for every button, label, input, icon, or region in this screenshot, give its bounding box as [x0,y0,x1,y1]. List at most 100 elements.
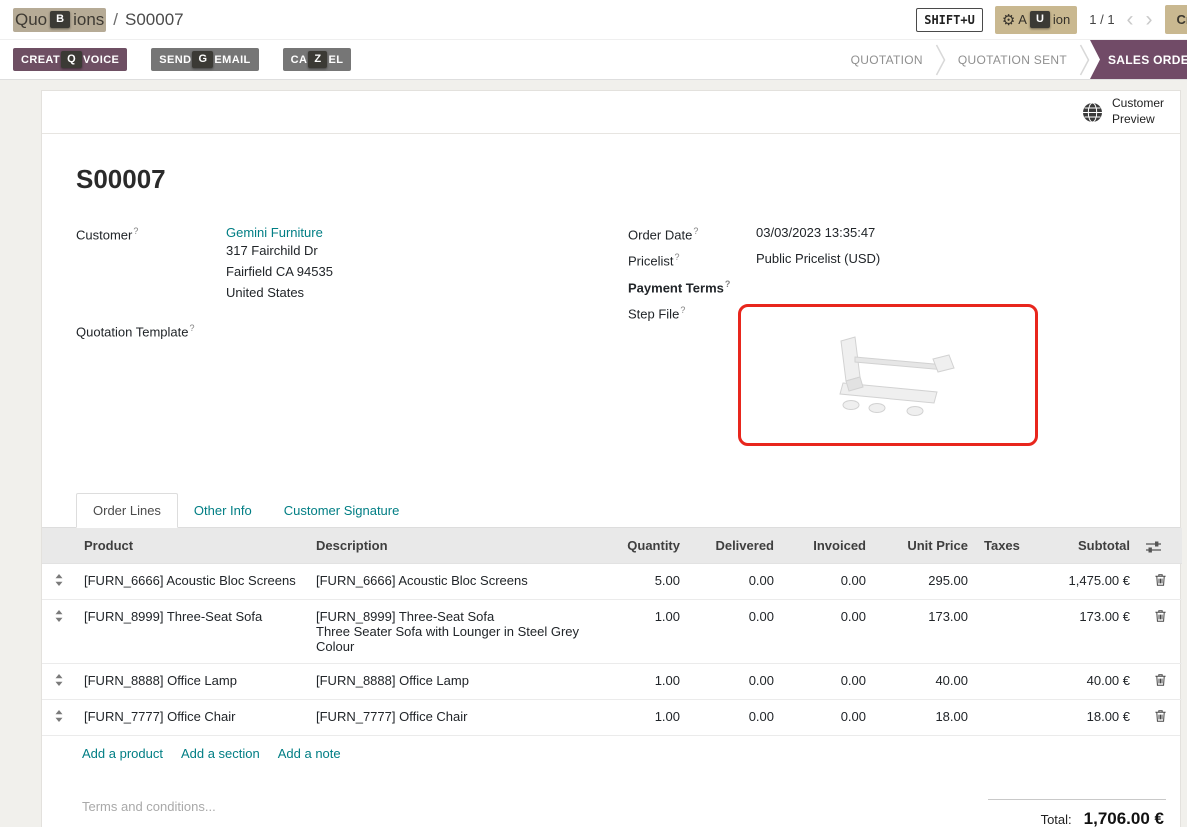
quotation-template-label: Quotation Template? [76,322,226,339]
cell-unit-price[interactable]: 40.00 [874,663,976,699]
address-line: Fairfield CA 94535 [226,261,333,282]
cell-delivered[interactable]: 0.00 [688,563,782,599]
cell-product[interactable]: [FURN_7777] Office Chair [76,699,308,735]
breadcrumb-text-post: ions [73,10,104,30]
sliders-icon [1146,541,1161,553]
field-column-left: Customer? Gemini Furniture 317 Fairchild… [76,225,628,455]
cell-unit-price[interactable]: 295.00 [874,563,976,599]
add-a-section-link[interactable]: Add a section [181,746,260,761]
corner-hint-button[interactable]: Cr [1165,5,1187,34]
cell-invoiced[interactable]: 0.00 [782,563,874,599]
drag-handle-icon[interactable] [54,609,64,623]
breadcrumb: QuoBions / S00007 [13,8,184,32]
trash-icon [1154,673,1167,687]
cancel-label-post: EL [328,54,343,66]
cancel-button[interactable]: CAZEL [283,48,352,71]
pager-value: 1 / 1 [1089,12,1114,27]
delete-row-button[interactable] [1154,573,1167,587]
field-group: Customer? Gemini Furniture 317 Fairchild… [76,225,1160,455]
step-file-label: Step File? [628,304,738,446]
cell-description[interactable]: [FURN_7777] Office Chair [308,699,598,735]
status-step-sales-order-active[interactable]: SALES ORDER [1090,40,1187,79]
cell-quantity[interactable]: 5.00 [598,563,688,599]
cell-product[interactable]: [FURN_6666] Acoustic Bloc Screens [76,563,308,599]
column-header-subtotal[interactable]: Subtotal [1034,528,1138,564]
delete-row-button[interactable] [1154,609,1167,623]
terms-and-conditions-placeholder[interactable]: Terms and conditions... [82,799,216,814]
cell-unit-price[interactable]: 173.00 [874,599,976,663]
table-row: [FURN_7777] Office Chair [FURN_7777] Off… [42,699,1182,735]
order-date-label: Order Date? [628,225,756,242]
column-header-unit-price[interactable]: Unit Price [874,528,976,564]
cell-delivered[interactable]: 0.00 [688,663,782,699]
cell-taxes[interactable] [976,599,1034,663]
customer-link[interactable]: Gemini Furniture [226,225,323,240]
action-menu-button[interactable]: ⚙AUion [995,6,1077,34]
help-icon: ? [133,226,138,236]
cell-taxes[interactable] [976,563,1034,599]
total-label: Total: [1041,812,1072,827]
optional-columns-button[interactable] [1138,528,1182,564]
cell-product[interactable]: [FURN_8888] Office Lamp [76,663,308,699]
cell-invoiced[interactable]: 0.00 [782,663,874,699]
cell-unit-price[interactable]: 18.00 [874,699,976,735]
drag-handle-icon[interactable] [54,673,64,687]
cell-delivered[interactable]: 0.00 [688,599,782,663]
status-chevron-icon [1079,40,1090,79]
cell-taxes[interactable] [976,699,1034,735]
column-header-delivered[interactable]: Delivered [688,528,782,564]
customer-address: 317 Fairchild Dr Fairfield CA 94535 Unit… [226,240,333,303]
cell-taxes[interactable] [976,663,1034,699]
top-navbar: QuoBions / S00007 SHIFT+U ⚙AUion 1 / 1 ‹… [0,0,1187,40]
step-file-image[interactable] [738,304,1038,446]
create-invoice-button[interactable]: CREATQVOICE [13,48,127,71]
chevron-left-icon[interactable]: ‹ [1127,9,1134,30]
drag-handle-icon[interactable] [54,709,64,723]
send-email-label-pre: SEND [159,54,191,66]
tab-order-lines[interactable]: Order Lines [76,493,178,528]
add-a-product-link[interactable]: Add a product [82,746,163,761]
column-header-invoiced[interactable]: Invoiced [782,528,874,564]
cell-product[interactable]: [FURN_8999] Three-Seat Sofa [76,599,308,663]
cell-description[interactable]: [FURN_8999] Three-Seat Sofa Three Seater… [308,599,598,663]
breadcrumb-quotations-link[interactable]: QuoBions [13,8,106,32]
table-header-row: Product Description Quantity Delivered I… [42,528,1182,564]
column-header-product[interactable]: Product [76,528,308,564]
status-step-quotation-sent[interactable]: QUOTATION SENT [946,40,1079,79]
column-header-description[interactable]: Description [308,528,598,564]
shortcut-tooltip: SHIFT+U [916,8,983,32]
cell-description[interactable]: [FURN_8888] Office Lamp [308,663,598,699]
cell-invoiced[interactable]: 0.00 [782,699,874,735]
tab-other-info[interactable]: Other Info [178,494,268,527]
help-icon: ? [693,226,698,236]
column-header-taxes[interactable]: Taxes [976,528,1034,564]
send-email-button[interactable]: SENDGEMAIL [151,48,258,71]
chevron-right-icon[interactable]: › [1146,9,1153,30]
delete-row-button[interactable] [1154,673,1167,687]
cell-quantity[interactable]: 1.00 [598,699,688,735]
delete-row-button[interactable] [1154,709,1167,723]
tab-customer-signature[interactable]: Customer Signature [268,494,416,527]
order-lines-table: Product Description Quantity Delivered I… [42,528,1182,735]
cell-description[interactable]: [FURN_6666] Acoustic Bloc Screens [308,563,598,599]
status-step-quotation[interactable]: QUOTATION [839,40,935,79]
create-invoice-label-pre: CREAT [21,54,60,66]
customer-preview-line2: Preview [1112,112,1164,128]
pricelist-value[interactable]: Public Pricelist (USD) [756,251,880,268]
drag-handle-icon[interactable] [54,573,64,587]
order-date-value[interactable]: 03/03/2023 13:35:47 [756,225,875,242]
cell-invoiced[interactable]: 0.00 [782,599,874,663]
cell-delivered[interactable]: 0.00 [688,699,782,735]
customer-preview-button[interactable]: Customer Preview [1082,96,1164,127]
keyboard-hint-badge: Q [61,51,82,68]
trash-icon [1154,609,1167,623]
add-a-note-link[interactable]: Add a note [278,746,341,761]
cell-quantity[interactable]: 1.00 [598,663,688,699]
column-header-quantity[interactable]: Quantity [598,528,688,564]
table-row: [FURN_8999] Three-Seat Sofa [FURN_8999] … [42,599,1182,663]
cell-quantity[interactable]: 1.00 [598,599,688,663]
help-icon: ? [680,305,685,315]
help-icon: ? [725,279,731,289]
field-pricelist: Pricelist? Public Pricelist (USD) [628,251,1160,268]
navbar-right-cluster: SHIFT+U ⚙AUion 1 / 1 ‹ › Cr [916,5,1187,34]
